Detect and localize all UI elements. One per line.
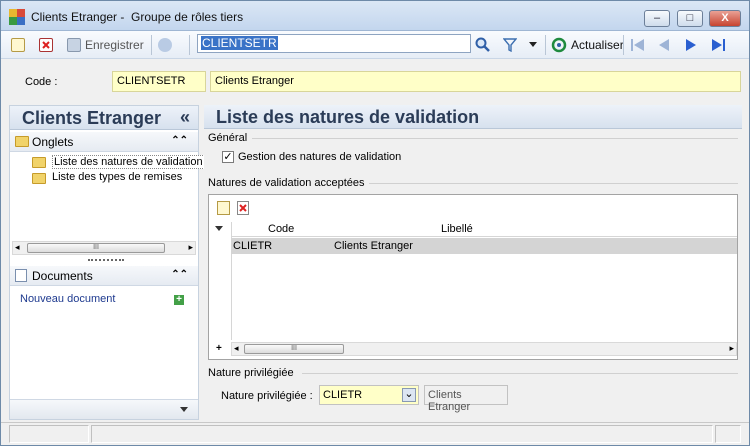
accepted-natures-label: Natures de validation acceptées xyxy=(208,177,365,189)
last-icon xyxy=(712,39,725,51)
delete-row-icon[interactable] xyxy=(237,201,249,215)
privileged-name-field: Clients Etranger xyxy=(424,385,508,413)
code-row: Code : CLIENTSETR Clients Etranger xyxy=(1,59,749,101)
manage-natures-checkbox[interactable]: ✓ xyxy=(222,151,234,163)
save-label: Enregistrer xyxy=(85,38,144,52)
filter-dropdown[interactable] xyxy=(529,36,537,54)
new-button[interactable] xyxy=(11,36,25,54)
previous-record-button[interactable] xyxy=(657,36,671,54)
scroll-left-icon[interactable]: ◂ xyxy=(15,242,20,253)
next-record-button[interactable] xyxy=(684,36,698,54)
sidebar: Clients Etranger « Onglets ⌃⌃ Liste des … xyxy=(9,105,205,420)
folder-icon xyxy=(32,157,46,168)
table-row[interactable]: CLIETR Clients Etranger xyxy=(231,238,737,254)
last-record-button[interactable] xyxy=(710,36,726,54)
filter-button[interactable] xyxy=(503,36,517,54)
save-button[interactable]: Enregistrer xyxy=(67,36,144,54)
page-title: Liste des natures de validation xyxy=(204,105,742,129)
sidebar-horizontal-scrollbar[interactable]: ◂ III ▸ xyxy=(12,241,196,255)
refresh-button[interactable]: Actualiser xyxy=(551,36,624,54)
grid-header: Code Libellé xyxy=(231,222,737,237)
onglets-label: Onglets xyxy=(32,135,74,149)
folder-icon xyxy=(32,173,46,184)
grid-scroll-thumb[interactable]: III xyxy=(244,344,344,354)
first-icon xyxy=(631,39,644,51)
splitter-grip[interactable] xyxy=(88,259,124,261)
code-field[interactable]: CLIENTSETR xyxy=(112,71,206,92)
documents-label: Documents xyxy=(32,269,93,283)
first-record-button[interactable] xyxy=(630,36,646,54)
app-icon xyxy=(9,9,25,25)
document-icon xyxy=(15,269,27,282)
tab-natures-validation[interactable]: Liste des natures de validation xyxy=(52,155,205,169)
application-window: Clients Etranger - Groupe de rôles tiers… xyxy=(0,0,750,446)
privileged-field-label: Nature privilégiée : xyxy=(221,390,313,402)
tab-types-remises[interactable]: Liste des types de remises xyxy=(52,171,182,183)
sidebar-title: Clients Etranger « xyxy=(10,106,198,130)
sync-icon xyxy=(158,38,172,52)
delete-button[interactable] xyxy=(39,36,53,54)
grid-horizontal-scrollbar[interactable]: + ◂ III ▸ xyxy=(216,342,737,356)
collapse-section-icon[interactable]: ⌃⌃ xyxy=(171,269,188,280)
natures-grid: Code Libellé CLIETR Clients Etranger + ◂… xyxy=(208,194,738,360)
filter-icon xyxy=(503,38,517,52)
scroll-thumb[interactable]: III xyxy=(27,243,165,253)
name-field[interactable]: Clients Etranger xyxy=(210,71,741,92)
dropdown-icon xyxy=(529,42,537,47)
privileged-group-label: Nature privilégiée xyxy=(208,367,294,379)
new-document-link[interactable]: Nouveau document xyxy=(20,293,115,305)
title-bar: Clients Etranger - Groupe de rôles tiers… xyxy=(1,1,749,31)
toolbar: Enregistrer CLIENTSETR Actualiser xyxy=(1,31,749,59)
chevron-down-icon[interactable] xyxy=(180,407,188,413)
scroll-right-icon[interactable]: ▸ xyxy=(729,343,734,354)
status-bar xyxy=(1,422,749,445)
window-title: Clients Etranger - Groupe de rôles tiers xyxy=(31,10,244,24)
folder-icon xyxy=(15,136,29,147)
save-icon xyxy=(67,38,81,52)
dropdown-icon[interactable]: ⌄ xyxy=(402,388,416,402)
row-indicator-icon xyxy=(215,226,223,231)
delete-icon xyxy=(39,38,53,52)
row-code: CLIETR xyxy=(233,240,273,252)
status-cell xyxy=(91,425,713,443)
add-icon[interactable]: + xyxy=(174,295,184,305)
column-header-label[interactable]: Libellé xyxy=(441,223,473,235)
maximize-button[interactable]: □ xyxy=(677,10,703,27)
sync-button[interactable] xyxy=(158,36,172,54)
row-label: Clients Etranger xyxy=(334,240,413,252)
main-content: Liste des natures de validation Général … xyxy=(204,105,742,420)
general-group-label: Général xyxy=(208,132,248,144)
collapse-sidebar-button[interactable]: « xyxy=(180,107,190,128)
refresh-label: Actualiser xyxy=(571,38,624,52)
search-icon xyxy=(475,37,490,52)
collapse-section-icon[interactable]: ⌃⌃ xyxy=(171,135,188,146)
search-value: CLIENTSETR xyxy=(201,36,278,50)
new-icon xyxy=(11,38,25,52)
refresh-icon xyxy=(551,37,567,53)
add-row-icon[interactable] xyxy=(217,201,230,215)
search-input[interactable]: CLIENTSETR xyxy=(197,34,471,53)
next-icon xyxy=(686,39,696,51)
documents-section-header[interactable]: Documents ⌃⌃ xyxy=(10,266,198,286)
scroll-left-icon[interactable]: ◂ xyxy=(234,343,239,354)
search-button[interactable] xyxy=(475,36,491,54)
code-label: Code : xyxy=(25,76,58,88)
onglets-section-header[interactable]: Onglets ⌃⌃ xyxy=(10,132,198,152)
minimize-button[interactable]: – xyxy=(644,10,670,27)
manage-natures-label: Gestion des natures de validation xyxy=(238,151,402,163)
status-cell xyxy=(715,425,741,443)
status-cell xyxy=(9,425,89,443)
close-button[interactable]: X xyxy=(709,10,741,27)
column-header-code[interactable]: Code xyxy=(268,223,294,235)
sidebar-title-text: Clients Etranger xyxy=(22,108,162,128)
previous-icon xyxy=(659,39,669,51)
scroll-right-icon[interactable]: ▸ xyxy=(188,242,193,253)
sidebar-footer xyxy=(10,399,198,419)
privileged-code-value: CLIETR xyxy=(323,389,363,401)
grid-add-icon[interactable]: + xyxy=(216,343,222,354)
privileged-code-field[interactable]: CLIETR ⌄ xyxy=(319,385,419,405)
